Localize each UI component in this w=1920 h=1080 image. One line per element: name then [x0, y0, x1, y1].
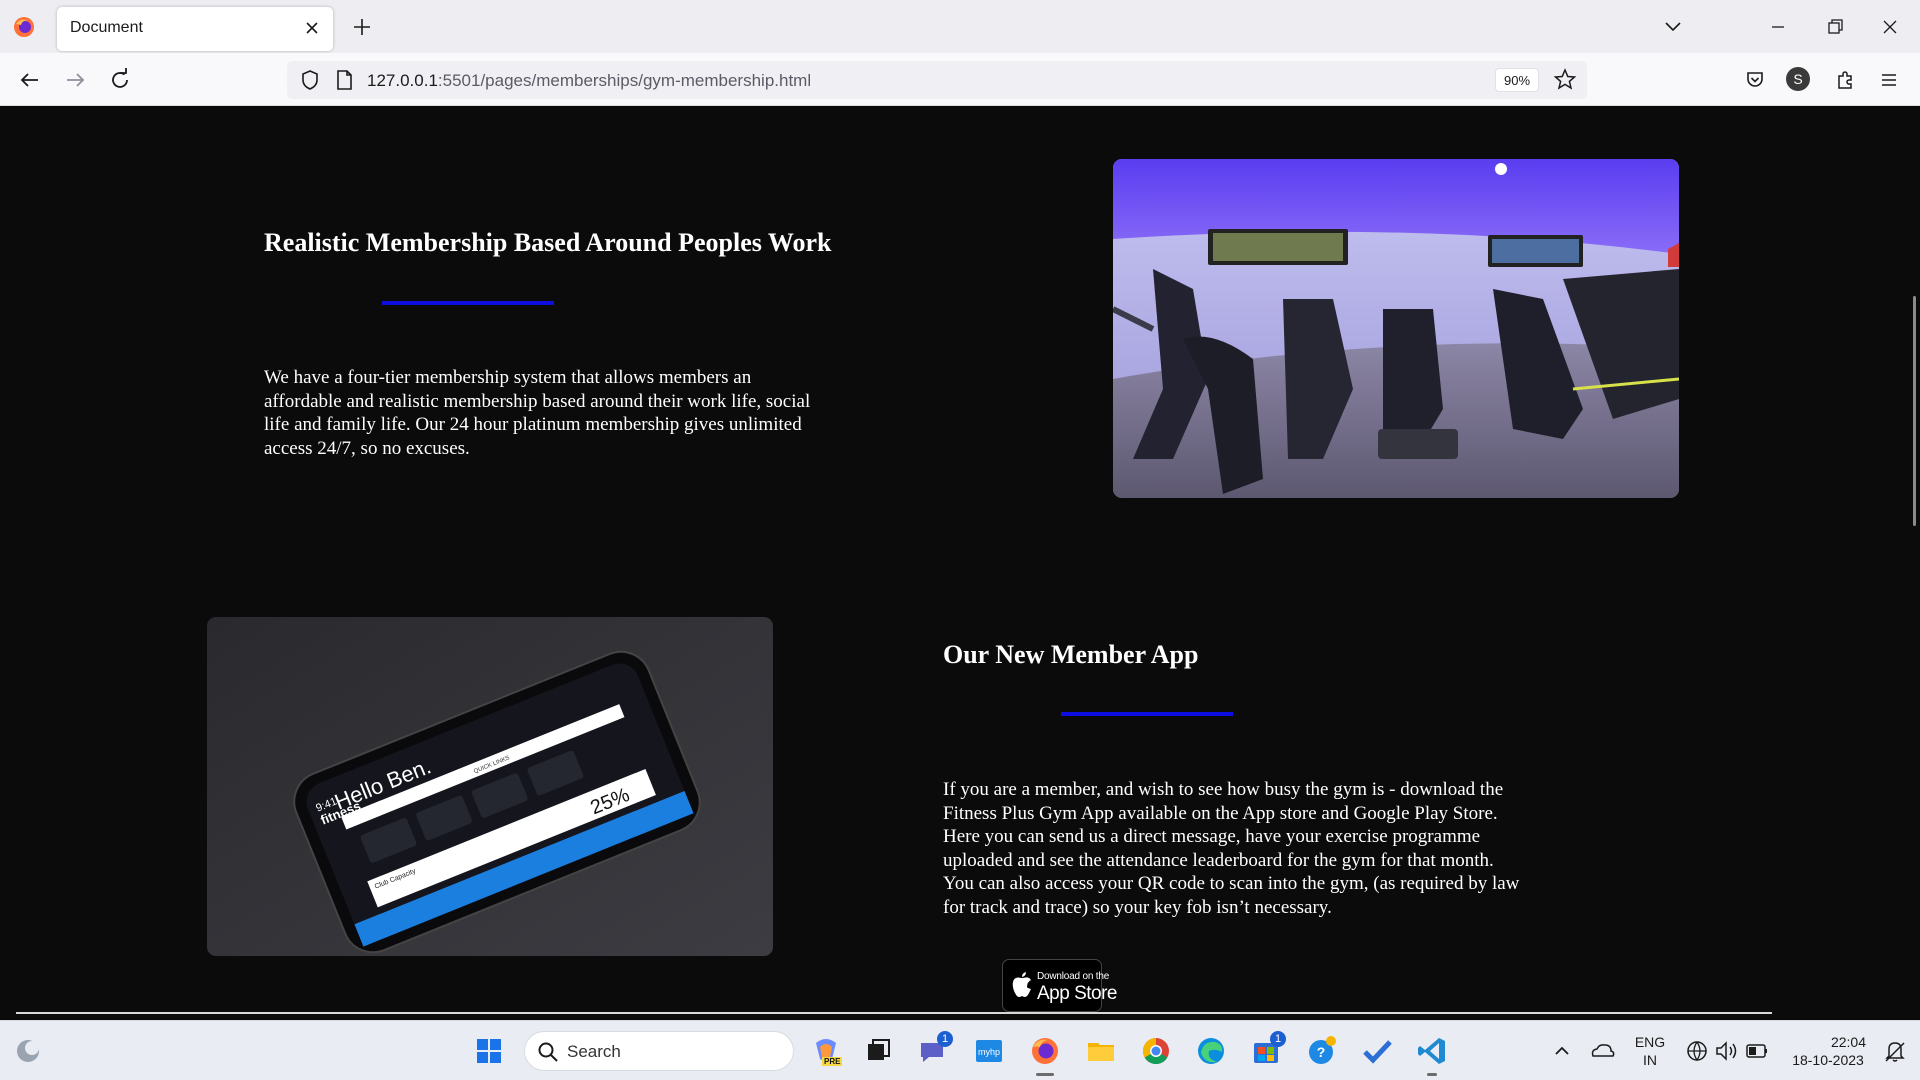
url-path: :5501/pages/memberships/gym-membership.h… [437, 71, 812, 90]
gym-equipment-photo [1113, 159, 1679, 498]
vscode-open-indicator [1427, 1073, 1437, 1076]
gym-photo-illustration [1113, 159, 1679, 498]
browser-tab-bar: Document [0, 0, 1920, 53]
footer-divider [16, 1012, 1772, 1014]
show-hidden-icons-chevron-icon[interactable] [1542, 1031, 1582, 1071]
onedrive-sync-icon[interactable] [1583, 1031, 1623, 1071]
weather-widget-icon[interactable] [8, 1031, 48, 1071]
hamburger-menu-icon[interactable] [1874, 65, 1904, 95]
phone-photo-illustration: 9:41 fitness Hello Ben. QUICK LINKS Club… [207, 617, 773, 956]
tab-document[interactable]: Document [57, 7, 333, 51]
clock-time: 22:04 [1830, 1034, 1866, 1050]
store-notification-badge: 1 [1270, 1031, 1286, 1047]
member-app-heading: Our New Member App [943, 640, 1199, 669]
language-code: ENG [1634, 1034, 1666, 1050]
notifications-bell-icon[interactable] [1876, 1031, 1916, 1071]
shield-icon[interactable] [295, 65, 325, 95]
reload-icon[interactable] [105, 65, 135, 95]
url-text[interactable]: 127.0.0.1:5501/pages/memberships/gym-mem… [367, 71, 811, 91]
membership-heading-underline [382, 301, 554, 305]
app-store-big-text: App Store [1037, 983, 1118, 1004]
tab-title: Document [70, 19, 143, 36]
list-all-tabs-chevron-icon[interactable] [1660, 16, 1686, 38]
page-icon [337, 70, 352, 90]
app-store-button[interactable]: Download on the App Store [1002, 959, 1118, 1012]
close-tab-icon[interactable] [299, 15, 325, 41]
clock[interactable]: 22:04 18-10-2023 [1780, 1033, 1876, 1069]
membership-heading: Realistic Membership Based Around People… [264, 228, 832, 257]
app-store-small-text: Download on the [1037, 971, 1110, 982]
myhp-app-icon[interactable]: myhp [969, 1031, 1009, 1071]
chat-notification-badge: 1 [937, 1031, 953, 1047]
page-scrollbar[interactable] [1913, 296, 1916, 526]
copilot-pre-label: PRE [822, 1057, 843, 1066]
close-window-icon[interactable] [1870, 12, 1910, 42]
bookmark-star-icon[interactable] [1550, 65, 1580, 95]
battery-icon[interactable] [1737, 1031, 1777, 1071]
vscode-icon[interactable] [1412, 1031, 1452, 1071]
membership-text: We have a four-tier membership system th… [264, 367, 811, 459]
help-app-icon[interactable]: ? [1302, 1031, 1342, 1071]
address-bar[interactable]: 127.0.0.1:5501/pages/memberships/gym-mem… [287, 61, 1587, 99]
restore-window-icon[interactable] [1814, 12, 1854, 42]
chat-app-icon[interactable]: 1 [913, 1031, 953, 1071]
taskbar-search-text: Search [567, 1042, 621, 1061]
back-arrow-icon[interactable] [15, 65, 45, 95]
taskbar-search[interactable]: Search [524, 1031, 794, 1071]
microsoft-store-icon[interactable]: 1 [1246, 1031, 1286, 1071]
member-app-phone-photo: 9:41 fitness Hello Ben. QUICK LINKS Club… [207, 617, 773, 956]
forward-arrow-icon[interactable] [60, 65, 90, 95]
extensions-puzzle-icon[interactable] [1830, 65, 1860, 95]
apple-logo-icon [1012, 972, 1031, 997]
file-explorer-icon[interactable] [1081, 1031, 1121, 1071]
firefox-active-indicator [1036, 1073, 1054, 1076]
svg-text:?: ? [1317, 1044, 1326, 1060]
browser-nav-bar: 127.0.0.1:5501/pages/memberships/gym-mem… [0, 53, 1920, 106]
edge-icon[interactable] [1191, 1031, 1231, 1071]
windows-taskbar: Search PRE 1 myhp 1 ? ENG IN 22:04 18-10… [0, 1020, 1920, 1080]
pocket-icon[interactable] [1740, 65, 1770, 95]
firefox-taskbar-icon[interactable] [1025, 1031, 1065, 1071]
region-code: IN [1643, 1052, 1657, 1068]
clock-date: 18-10-2023 [1792, 1052, 1864, 1068]
account-avatar[interactable]: S [1786, 67, 1810, 91]
todo-check-icon[interactable] [1357, 1031, 1397, 1071]
language-indicator[interactable]: ENG IN [1628, 1033, 1672, 1069]
url-host: 127.0.0.1 [367, 71, 438, 90]
chrome-icon[interactable] [1136, 1031, 1176, 1071]
zoom-level-badge[interactable]: 90% [1495, 68, 1539, 92]
member-app-heading-underline [1061, 712, 1233, 716]
new-tab-plus-icon[interactable] [349, 14, 375, 40]
svg-text:myhp: myhp [978, 1047, 1000, 1057]
minimize-icon[interactable] [1758, 12, 1798, 42]
windows-start-icon[interactable] [469, 1031, 509, 1071]
task-view-icon[interactable] [858, 1031, 898, 1071]
copilot-icon[interactable]: PRE [806, 1031, 846, 1071]
page-content: Realistic Membership Based Around People… [0, 106, 1920, 1020]
firefox-icon [14, 17, 34, 37]
search-icon [538, 1042, 558, 1062]
member-app-text: If you are a member, and wish to see how… [943, 779, 1520, 918]
